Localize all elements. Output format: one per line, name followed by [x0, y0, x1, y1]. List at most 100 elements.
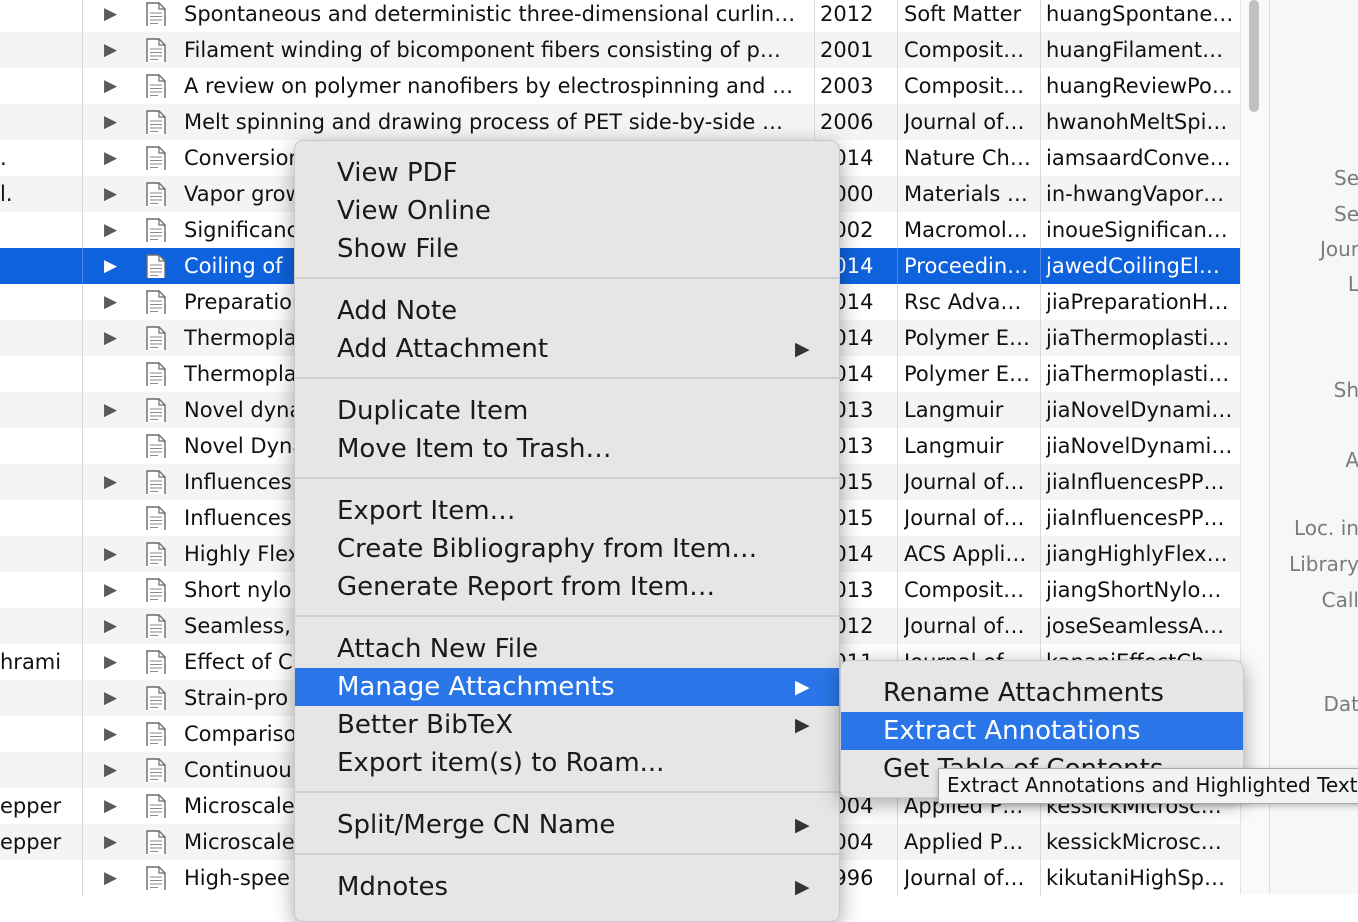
citekey-cell: jiaInfluencesPP… [1046, 500, 1234, 536]
menu-item-split-merge-cn-name[interactable]: Split/Merge CN Name▶ [295, 806, 839, 844]
creator-cell [0, 248, 80, 284]
menu-item-better-bibtex[interactable]: Better BibTeX▶ [295, 706, 839, 744]
column-separator [82, 860, 83, 896]
disclosure-triangle-icon[interactable]: ▶ [104, 572, 126, 608]
column-separator [82, 68, 83, 104]
document-icon [145, 218, 169, 242]
scroll-thumb[interactable] [1249, 0, 1259, 112]
column-separator [1040, 248, 1041, 284]
year-cell: 2001 [820, 32, 892, 68]
disclosure-triangle-icon[interactable]: ▶ [104, 212, 126, 248]
column-separator [1040, 140, 1041, 176]
menu-item-add-attachment[interactable]: Add Attachment▶ [295, 330, 839, 368]
column-separator [897, 68, 898, 104]
disclosure-triangle-icon[interactable]: ▶ [104, 536, 126, 572]
menu-item-label: Attach New File [337, 630, 538, 668]
disclosure-triangle-icon[interactable]: ▶ [104, 860, 126, 896]
column-separator [1040, 356, 1041, 392]
creator-cell: epper [0, 824, 80, 860]
disclosure-triangle-icon[interactable]: ▶ [104, 392, 126, 428]
disclosure-triangle-icon[interactable]: ▶ [104, 464, 126, 500]
disclosure-triangle-icon[interactable] [104, 500, 126, 536]
menu-item-export-item[interactable]: Export Item… [295, 492, 839, 530]
column-separator [897, 212, 898, 248]
field-label: A [1345, 448, 1358, 472]
creator-cell [0, 536, 80, 572]
menu-item-manage-attachments[interactable]: Manage Attachments▶ [295, 668, 839, 706]
submenu-item-rename-attachments[interactable]: Rename Attachments [841, 674, 1243, 712]
menu-item-duplicate-item[interactable]: Duplicate Item [295, 392, 839, 430]
menu-item-label: Export item(s) to Roam... [337, 744, 664, 782]
disclosure-triangle-icon[interactable]: ▶ [104, 32, 126, 68]
submenu-arrow-icon: ▶ [795, 330, 810, 368]
table-row[interactable]: ▶A review on polymer nanofibers by elect… [0, 68, 1240, 104]
column-separator [82, 716, 83, 752]
document-icon [145, 614, 169, 638]
submenu-item-extract-annotations[interactable]: Extract Annotations [841, 712, 1243, 750]
disclosure-triangle-icon[interactable]: ▶ [104, 248, 126, 284]
document-icon [145, 434, 169, 458]
menu-item-view-online[interactable]: View Online [295, 192, 839, 230]
column-separator [82, 536, 83, 572]
menu-item-generate-report-from-item[interactable]: Generate Report from Item… [295, 568, 839, 606]
disclosure-triangle-icon[interactable]: ▶ [104, 788, 126, 824]
disclosure-triangle-icon[interactable]: ▶ [104, 68, 126, 104]
citekey-cell: jiangShortNylo… [1046, 572, 1234, 608]
creator-cell [0, 212, 80, 248]
column-separator [897, 608, 898, 644]
disclosure-triangle-icon[interactable]: ▶ [104, 104, 126, 140]
column-separator [82, 788, 83, 824]
column-separator [82, 680, 83, 716]
menu-item-view-pdf[interactable]: View PDF [295, 154, 839, 192]
menu-item-label: Add Note [337, 292, 457, 330]
publication-cell: Rsc Advan… [904, 284, 1034, 320]
document-icon [145, 722, 169, 746]
column-separator [82, 392, 83, 428]
document-icon [145, 578, 169, 602]
menu-item-move-item-to-trash[interactable]: Move Item to Trash… [295, 430, 839, 468]
menu-item-show-file[interactable]: Show File [295, 230, 839, 268]
disclosure-triangle-icon[interactable]: ▶ [104, 284, 126, 320]
disclosure-triangle-icon[interactable]: ▶ [104, 752, 126, 788]
creator-cell [0, 428, 80, 464]
menu-item-attach-new-file[interactable]: Attach New File [295, 630, 839, 668]
menu-separator [295, 477, 839, 479]
column-separator [82, 284, 83, 320]
document-icon [145, 254, 169, 278]
column-separator [1040, 428, 1041, 464]
creator-cell [0, 716, 80, 752]
disclosure-triangle-icon[interactable]: ▶ [104, 644, 126, 680]
disclosure-triangle-icon[interactable] [104, 428, 126, 464]
publication-cell: Soft Matter [904, 0, 1034, 32]
table-row[interactable]: ▶Spontaneous and deterministic three-dim… [0, 0, 1240, 32]
disclosure-triangle-icon[interactable]: ▶ [104, 0, 126, 32]
disclosure-triangle-icon[interactable]: ▶ [104, 140, 126, 176]
menu-item-mdnotes[interactable]: Mdnotes▶ [295, 868, 839, 906]
menu-separator [295, 277, 839, 279]
menu-item-label: Generate Report from Item… [337, 568, 715, 606]
column-separator [897, 428, 898, 464]
disclosure-triangle-icon[interactable]: ▶ [104, 680, 126, 716]
column-separator [1040, 860, 1041, 896]
document-icon [145, 362, 169, 386]
column-separator [897, 464, 898, 500]
menu-item-create-bibliography-from-item[interactable]: Create Bibliography from Item… [295, 530, 839, 568]
items-scrollbar[interactable] [1240, 0, 1269, 894]
creator-cell: l. [0, 176, 80, 212]
document-icon [145, 794, 169, 818]
disclosure-triangle-icon[interactable]: ▶ [104, 320, 126, 356]
table-row[interactable]: ▶Melt spinning and drawing process of PE… [0, 104, 1240, 140]
field-label: Se [1334, 166, 1358, 190]
document-icon [145, 290, 169, 314]
table-row[interactable]: ▶Filament winding of bicomponent fibers … [0, 32, 1240, 68]
disclosure-triangle-icon[interactable]: ▶ [104, 176, 126, 212]
disclosure-triangle-icon[interactable]: ▶ [104, 824, 126, 860]
disclosure-triangle-icon[interactable]: ▶ [104, 608, 126, 644]
menu-item-add-note[interactable]: Add Note [295, 292, 839, 330]
disclosure-triangle-icon[interactable]: ▶ [104, 716, 126, 752]
disclosure-triangle-icon[interactable] [104, 356, 126, 392]
creator-cell [0, 0, 80, 32]
menu-item-export-item-s-to-roam[interactable]: Export item(s) to Roam... [295, 744, 839, 782]
creator-cell [0, 320, 80, 356]
citekey-cell: joseSeamlessA… [1046, 608, 1234, 644]
